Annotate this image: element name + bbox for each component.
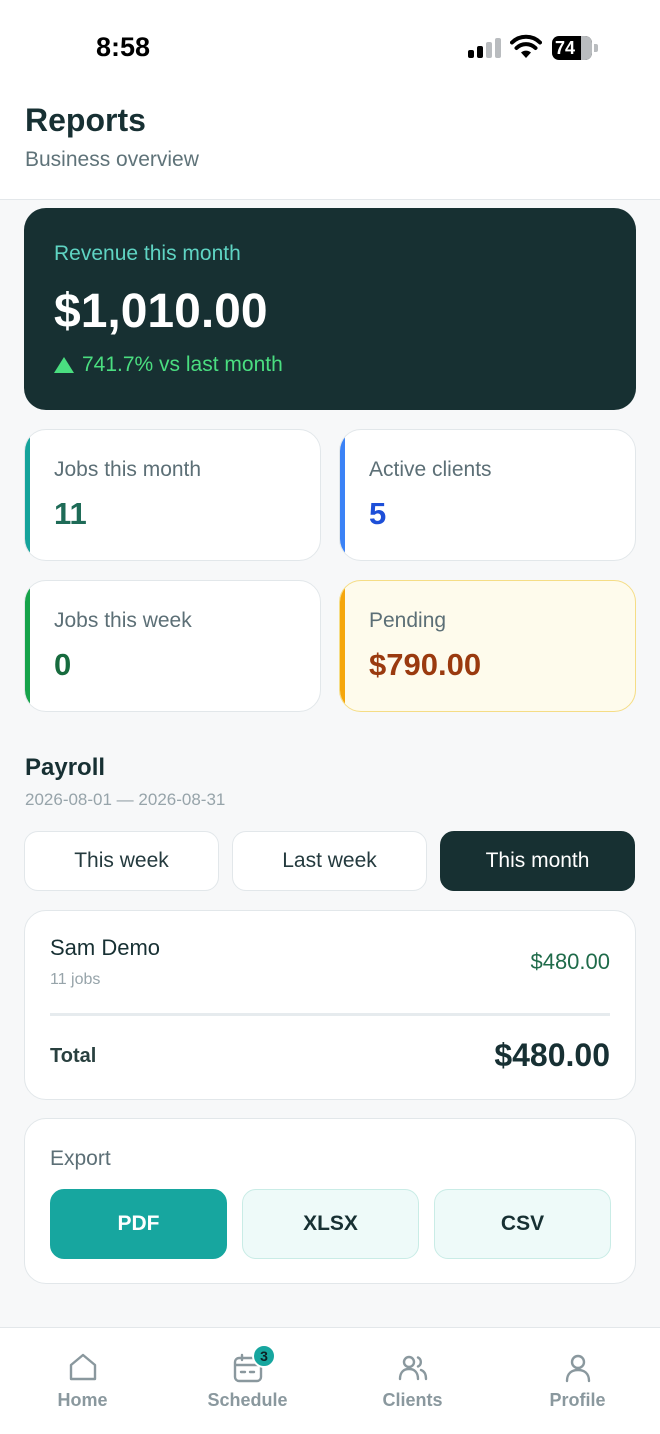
stat-card-active-clients[interactable]: Active clients 5 bbox=[339, 429, 636, 561]
stat-label: Active clients bbox=[369, 458, 492, 481]
stat-accent bbox=[340, 581, 345, 711]
stat-card-pending[interactable]: Pending $790.00 bbox=[339, 580, 636, 712]
export-xlsx-button[interactable]: XLSX bbox=[242, 1189, 419, 1259]
notification-badge: 3 bbox=[252, 1344, 276, 1368]
revenue-change-text: 741.7% vs last month bbox=[82, 353, 283, 376]
page-subtitle: Business overview bbox=[25, 148, 199, 171]
tab-bar: Home 3 Schedule Clients Profile bbox=[0, 1327, 660, 1434]
stat-value: $790.00 bbox=[369, 647, 482, 682]
divider bbox=[50, 1013, 610, 1016]
stat-accent bbox=[25, 581, 30, 711]
page-header: Reports Business overview bbox=[0, 96, 660, 200]
period-this-month-button[interactable]: This month bbox=[440, 831, 635, 891]
tab-schedule[interactable]: 3 Schedule bbox=[165, 1328, 330, 1434]
stat-label: Pending bbox=[369, 609, 447, 632]
revenue-amount: $1,010.00 bbox=[54, 285, 268, 338]
export-card: Export PDF XLSX CSV bbox=[24, 1118, 636, 1284]
tab-label: Schedule bbox=[207, 1390, 288, 1410]
revenue-change: 741.7% vs last month bbox=[54, 353, 283, 377]
employee-amount: $480.00 bbox=[530, 949, 610, 974]
cellular-signal-icon bbox=[468, 38, 502, 58]
export-pdf-button[interactable]: PDF bbox=[50, 1189, 227, 1259]
payroll-title: Payroll bbox=[25, 754, 106, 781]
employee-jobs: 11 jobs bbox=[50, 971, 101, 988]
stat-label: Jobs this week bbox=[54, 609, 192, 632]
stat-card-jobs-week[interactable]: Jobs this week 0 bbox=[24, 580, 321, 712]
users-icon bbox=[398, 1355, 428, 1381]
revenue-card: Revenue this month $1,010.00 741.7% vs l… bbox=[24, 208, 636, 410]
battery-level: 74 bbox=[555, 38, 576, 58]
period-last-week-button[interactable]: Last week bbox=[232, 831, 427, 891]
stat-value: 0 bbox=[54, 647, 72, 682]
employee-name: Sam Demo bbox=[50, 935, 161, 960]
trend-up-icon bbox=[54, 357, 74, 373]
payroll-card: Sam Demo 11 jobs $480.00 Total $480.00 bbox=[24, 910, 636, 1100]
battery-icon: 74 bbox=[552, 36, 598, 60]
period-this-week-button[interactable]: This week bbox=[24, 831, 219, 891]
status-time: 8:58 bbox=[96, 32, 151, 62]
stat-value: 11 bbox=[54, 496, 87, 531]
revenue-label: Revenue this month bbox=[54, 242, 241, 265]
tab-label: Home bbox=[57, 1390, 108, 1410]
user-icon bbox=[565, 1354, 591, 1383]
export-csv-button[interactable]: CSV bbox=[434, 1189, 611, 1259]
tab-label: Clients bbox=[382, 1390, 443, 1410]
stat-accent bbox=[340, 430, 345, 560]
stat-value: 5 bbox=[369, 496, 387, 531]
tab-home[interactable]: Home bbox=[0, 1328, 165, 1434]
status-bar: 8:58 74 bbox=[0, 0, 660, 96]
tab-label: Profile bbox=[549, 1390, 606, 1410]
total-label: Total bbox=[50, 1045, 97, 1067]
tab-clients[interactable]: Clients bbox=[330, 1328, 495, 1434]
stat-label: Jobs this month bbox=[54, 458, 202, 481]
payroll-date-range: 2026-08-01 — 2026-08-31 bbox=[25, 790, 226, 809]
home-icon bbox=[69, 1353, 97, 1381]
tab-profile[interactable]: Profile bbox=[495, 1328, 660, 1434]
stat-card-jobs-month[interactable]: Jobs this month 11 bbox=[24, 429, 321, 561]
wifi-icon bbox=[510, 34, 542, 58]
total-amount: $480.00 bbox=[494, 1037, 610, 1073]
page-title: Reports bbox=[25, 102, 146, 138]
export-label: Export bbox=[50, 1147, 111, 1170]
stat-accent bbox=[25, 430, 30, 560]
